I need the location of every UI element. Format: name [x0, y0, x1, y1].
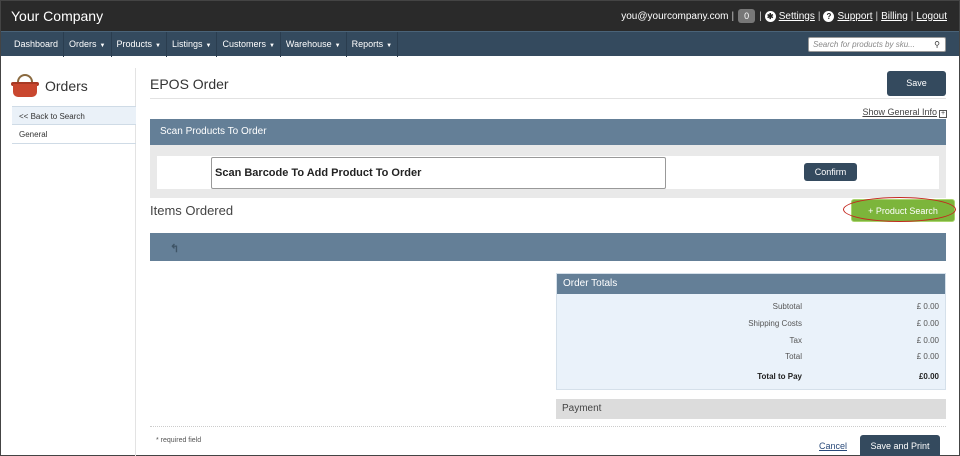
total-to-pay-label: Total to Pay: [757, 372, 802, 381]
chevron-down-icon: ▼: [205, 43, 212, 49]
items-ordered-title: Items Ordered: [150, 203, 234, 218]
totals-value: £ 0.00: [916, 336, 939, 345]
chevron-down-icon: ▼: [155, 43, 161, 49]
sidebar-item-general[interactable]: General: [12, 125, 136, 144]
save-button[interactable]: Save: [887, 71, 946, 96]
main-nav: Dashboard Orders ▼ Products ▼ Listings ▼ Custom…: [1, 31, 959, 57]
separator: |: [731, 10, 735, 22]
scan-panel-title: Scan Products To Order: [150, 119, 946, 145]
chevron-down-icon: ▼: [334, 43, 341, 49]
plus-icon: +: [939, 110, 947, 118]
highlight-annotation: [843, 197, 956, 222]
order-totals-title: Order Totals: [557, 274, 945, 294]
cancel-link[interactable]: Cancel: [819, 441, 847, 451]
totals-label: Subtotal: [772, 302, 802, 311]
items-table-header: ↰: [150, 233, 946, 261]
product-search-input[interactable]: Search for products by sku... ⚲: [808, 37, 946, 52]
total-to-pay-value: £0.00: [918, 372, 939, 381]
separator: |: [875, 10, 879, 22]
account-menu: you@yourcompany.com | 0 | ✱ Settings | ?…: [621, 9, 947, 23]
totals-label: Total: [785, 352, 802, 361]
scan-panel-body: Scan Barcode To Add Product To Order Con…: [157, 156, 939, 189]
nav-item-listings[interactable]: Listings ▼: [167, 32, 218, 57]
nav-item-reports[interactable]: Reports ▼: [347, 32, 399, 57]
company-brand[interactable]: Your Company: [11, 8, 103, 24]
nav-item-products[interactable]: Products ▼: [112, 32, 167, 57]
totals-label: Shipping Costs: [748, 319, 802, 328]
save-and-print-button[interactable]: Save and Print: [860, 435, 940, 456]
divider: [150, 98, 946, 99]
payment-section-title[interactable]: Payment: [556, 399, 946, 419]
separator: |: [910, 10, 914, 22]
help-icon: ?: [823, 10, 835, 22]
logout-link[interactable]: Logout: [916, 11, 947, 22]
nav-item-warehouse[interactable]: Warehouse ▼: [281, 32, 347, 57]
nav-item-label: Warehouse: [285, 39, 332, 49]
nav-item-label: Listings: [171, 39, 203, 49]
nav-item-label: Products: [116, 39, 153, 49]
search-icon[interactable]: ⚲: [934, 40, 940, 49]
show-general-info-link[interactable]: Show General Info +: [862, 107, 947, 118]
sidebar: Orders << Back to Search General: [11, 68, 136, 456]
separator: |: [817, 10, 821, 22]
totals-value: £ 0.00: [916, 352, 939, 361]
totals-value: £ 0.00: [916, 302, 939, 311]
nav-item-label: Reports: [351, 39, 384, 49]
separator: |: [759, 10, 762, 22]
chevron-down-icon: ▼: [268, 43, 275, 49]
totals-label: Tax: [789, 336, 802, 345]
sidebar-header: Orders: [11, 68, 88, 104]
gear-icon: ✱: [764, 10, 776, 22]
divider: [150, 426, 946, 427]
user-email: you@yourcompany.com: [621, 10, 729, 22]
settings-link[interactable]: Settings: [779, 11, 815, 22]
scan-products-panel: Scan Products To Order Scan Barcode To A…: [150, 119, 946, 198]
nav-item-dashboard[interactable]: Dashboard: [9, 32, 65, 57]
nav-item-label: Dashboard: [14, 39, 59, 49]
back-to-search-link[interactable]: << Back to Search: [12, 106, 136, 125]
confirm-button[interactable]: Confirm: [804, 163, 857, 181]
chevron-down-icon: ▼: [99, 43, 106, 49]
search-placeholder: Search for products by sku...: [813, 40, 915, 49]
required-field-note: * required field: [156, 437, 202, 444]
basket-icon: [11, 74, 39, 98]
sidebar-links: << Back to Search General: [12, 106, 136, 144]
chevron-down-icon: ▼: [386, 43, 393, 49]
page-title: EPOS Order: [150, 76, 229, 92]
return-arrow-icon[interactable]: ↰: [170, 242, 179, 255]
totals-value: £ 0.00: [916, 319, 939, 328]
nav-item-customers[interactable]: Customers ▼: [217, 32, 281, 57]
barcode-input[interactable]: Scan Barcode To Add Product To Order: [211, 157, 666, 189]
top-bar: Your Company you@yourcompany.com | 0 | ✱…: [1, 1, 959, 31]
order-totals-panel: Order Totals Subtotal £ 0.00 Shipping Co…: [556, 273, 946, 390]
sidebar-title: Orders: [45, 78, 88, 94]
nav-item-orders[interactable]: Orders ▼: [64, 32, 112, 57]
nav-item-label: Orders: [69, 39, 97, 49]
nav-items: Dashboard Orders ▼ Products ▼ Listings ▼ Custom…: [9, 32, 399, 57]
show-general-info-label: Show General Info: [862, 107, 937, 117]
notification-badge[interactable]: 0: [738, 9, 756, 23]
nav-item-label: Customers: [222, 39, 266, 49]
billing-link[interactable]: Billing: [881, 11, 908, 22]
support-link[interactable]: Support: [837, 11, 872, 22]
